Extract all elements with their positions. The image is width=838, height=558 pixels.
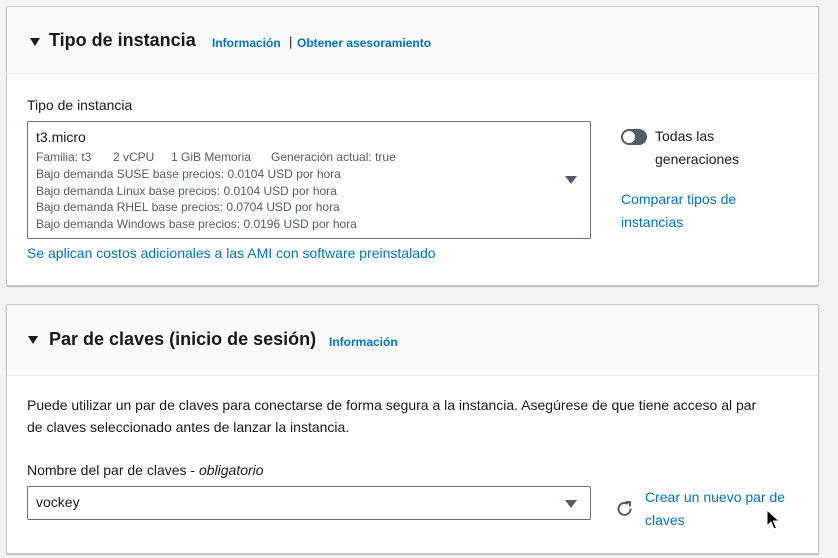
key-pair-title: Par de claves (inicio de sesión) bbox=[49, 329, 317, 349]
mouse-cursor-icon bbox=[766, 508, 781, 531]
toggle-label-line2: generaciones bbox=[655, 151, 740, 167]
key-pair-description-line2: de claves seleccionado antes de lanzar l… bbox=[27, 419, 350, 435]
instance-type-header[interactable]: Tipo de instancia Información | Obtener … bbox=[7, 7, 818, 74]
instance-type-panel: Tipo de instancia Información | Obtener … bbox=[6, 6, 819, 286]
refresh-icon[interactable] bbox=[615, 499, 635, 519]
compare-instance-types-link-line2[interactable]: instancias bbox=[621, 211, 683, 234]
instance-memory: 1 GiB Memoria bbox=[171, 150, 252, 164]
instance-family: Familia: t3 bbox=[36, 150, 92, 164]
dropdown-arrow-icon bbox=[565, 176, 577, 184]
caret-down-icon[interactable] bbox=[30, 38, 40, 46]
all-generations-toggle[interactable] bbox=[621, 129, 647, 145]
price-suse: Bajo demanda SUSE base precios: 0.0104 U… bbox=[36, 167, 341, 181]
key-pair-name-label: Nombre del par de claves - obligatorio bbox=[27, 462, 264, 478]
header-separator: | bbox=[289, 34, 293, 49]
key-pair-select[interactable]: vockey bbox=[27, 486, 591, 520]
key-pair-description-line1: Puede utilizar un par de claves para con… bbox=[27, 397, 757, 413]
create-key-pair-link-line2[interactable]: claves bbox=[645, 509, 685, 532]
key-pair-panel: Par de claves (inicio de sesión) Informa… bbox=[6, 304, 819, 554]
caret-down-icon[interactable] bbox=[28, 336, 38, 344]
ami-costs-link[interactable]: Se aplican costos adicionales a las AMI … bbox=[27, 242, 436, 265]
get-advice-link[interactable]: Obtener asesoramiento bbox=[297, 36, 431, 50]
compare-instance-types-link-line1[interactable]: Comparar tipos de bbox=[621, 188, 736, 211]
key-pair-info-link[interactable]: Información bbox=[329, 335, 398, 349]
instance-type-info-link[interactable]: Información bbox=[212, 36, 281, 50]
instance-generation: Generación actual: true bbox=[271, 150, 396, 164]
required-marker: obligatorio bbox=[198, 462, 264, 478]
price-windows: Bajo demanda Windows base precios: 0.019… bbox=[36, 217, 357, 231]
toggle-label-line1: Todas las bbox=[655, 128, 715, 144]
toggle-knob bbox=[623, 131, 635, 143]
instance-type-label: Tipo de instancia bbox=[27, 97, 133, 113]
instance-type-title: Tipo de instancia bbox=[49, 30, 196, 50]
key-pair-name-label-text: Nombre del par de claves - bbox=[27, 462, 199, 478]
instance-type-select[interactable]: t3.micro Familia: t3 2 vCPU 1 GiB Memori… bbox=[27, 121, 591, 239]
key-pair-header[interactable]: Par de claves (inicio de sesión) Informa… bbox=[7, 305, 818, 376]
selected-key-pair: vockey bbox=[36, 494, 80, 510]
create-key-pair-link-line1[interactable]: Crear un nuevo par de bbox=[645, 486, 785, 509]
price-rhel: Bajo demanda RHEL base precios: 0.0704 U… bbox=[36, 200, 340, 214]
dropdown-arrow-icon bbox=[565, 500, 577, 508]
selected-instance-name: t3.micro bbox=[36, 129, 86, 145]
instance-vcpu: 2 vCPU bbox=[113, 150, 155, 164]
price-linux: Bajo demanda Linux base precios: 0.0104 … bbox=[36, 184, 337, 198]
